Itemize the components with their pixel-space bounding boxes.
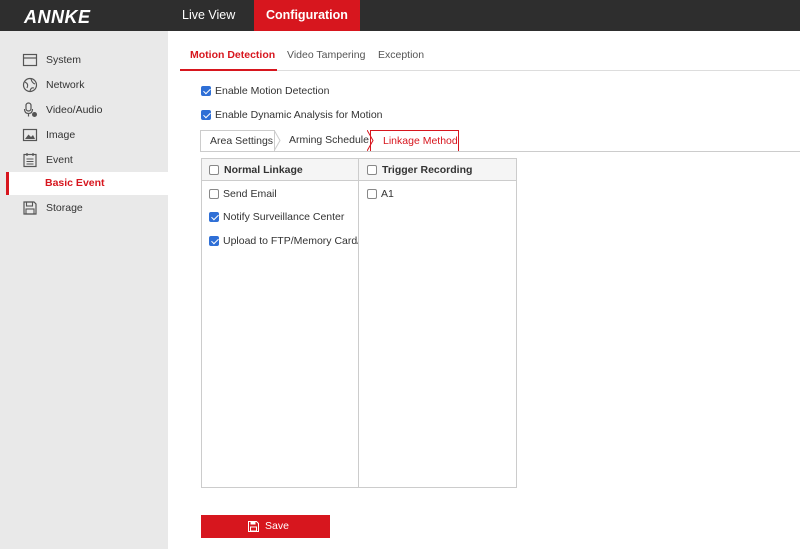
enable-motion-checkbox[interactable] bbox=[201, 86, 211, 96]
sidebar-item-label: Event bbox=[46, 154, 73, 166]
nav-live-view[interactable]: Live View bbox=[170, 0, 247, 31]
send-email-checkbox[interactable] bbox=[209, 189, 219, 199]
subtab-linkage-method[interactable]: Linkage Method bbox=[370, 130, 459, 151]
nav-configuration[interactable]: Configuration bbox=[254, 0, 360, 31]
sidebar-item-label: Network bbox=[46, 79, 85, 91]
tab-motion-detection[interactable]: Motion Detection bbox=[190, 49, 275, 61]
save-button[interactable]: Save bbox=[201, 515, 330, 538]
trigger-recording-title: Trigger Recording bbox=[382, 164, 473, 176]
event-icon bbox=[23, 153, 37, 168]
trigger-recording-select-all[interactable] bbox=[367, 165, 377, 175]
subtab-arming-schedule[interactable]: Arming Schedule bbox=[289, 130, 369, 151]
sidebar: System Network Video/Audio Image Event B… bbox=[0, 31, 168, 549]
sidebar-item-basic-event[interactable]: Basic Event bbox=[6, 172, 168, 195]
network-icon bbox=[22, 77, 38, 93]
subtab-area-settings[interactable]: Area Settings bbox=[200, 130, 275, 151]
enable-dynamic-checkbox[interactable] bbox=[201, 110, 211, 120]
send-email-label: Send Email bbox=[223, 188, 277, 200]
notify-center-label: Notify Surveillance Center bbox=[223, 211, 345, 223]
sidebar-item-event[interactable]: Event bbox=[0, 148, 168, 173]
enable-motion-label: Enable Motion Detection bbox=[215, 85, 330, 97]
subtabs: Area Settings Arming Schedule Linkage Me… bbox=[200, 130, 800, 152]
annke-logo: ANNKE bbox=[24, 7, 91, 27]
sidebar-item-system[interactable]: System bbox=[0, 48, 168, 73]
video-audio-icon bbox=[23, 102, 37, 117]
trigger-recording-header: Trigger Recording bbox=[359, 159, 516, 181]
chevron-right-icon bbox=[274, 130, 281, 151]
upload-ftp-label: Upload to FTP/Memory Card/... bbox=[223, 235, 369, 247]
enable-dynamic-label: Enable Dynamic Analysis for Motion bbox=[215, 109, 383, 121]
sidebar-item-label: Image bbox=[46, 129, 76, 141]
tab-video-tampering[interactable]: Video Tampering bbox=[287, 49, 365, 61]
save-icon bbox=[248, 521, 259, 532]
sidebar-item-label: Storage bbox=[46, 202, 83, 214]
sidebar-sub-label: Basic Event bbox=[45, 177, 105, 189]
active-tab-indicator bbox=[180, 69, 277, 71]
save-label: Save bbox=[265, 520, 289, 532]
sidebar-item-storage[interactable]: Storage bbox=[0, 196, 168, 221]
event-tabs: Motion Detection Video Tampering Excepti… bbox=[180, 40, 800, 71]
sidebar-item-label: Video/Audio bbox=[46, 104, 103, 116]
top-bar: ANNKE Live View Configuration bbox=[0, 0, 800, 31]
sidebar-item-image[interactable]: Image bbox=[0, 123, 168, 148]
image-icon bbox=[22, 128, 38, 142]
tab-exception[interactable]: Exception bbox=[378, 49, 424, 61]
normal-linkage-select-all[interactable] bbox=[209, 165, 219, 175]
system-icon bbox=[22, 53, 38, 67]
sidebar-item-label: System bbox=[46, 54, 82, 66]
a1-label: A1 bbox=[381, 188, 394, 200]
sidebar-item-video-audio[interactable]: Video/Audio bbox=[0, 98, 168, 123]
trigger-recording-panel: Trigger Recording A1 bbox=[358, 158, 517, 488]
a1-checkbox[interactable] bbox=[367, 189, 377, 199]
upload-ftp-checkbox[interactable] bbox=[209, 236, 219, 246]
sidebar-item-network[interactable]: Network bbox=[0, 73, 168, 98]
normal-linkage-title: Normal Linkage bbox=[224, 164, 303, 176]
notify-center-checkbox[interactable] bbox=[209, 212, 219, 222]
normal-linkage-header: Normal Linkage bbox=[202, 159, 358, 181]
storage-icon bbox=[23, 201, 37, 215]
normal-linkage-panel: Normal Linkage Send Email Notify Surveil… bbox=[201, 158, 369, 488]
